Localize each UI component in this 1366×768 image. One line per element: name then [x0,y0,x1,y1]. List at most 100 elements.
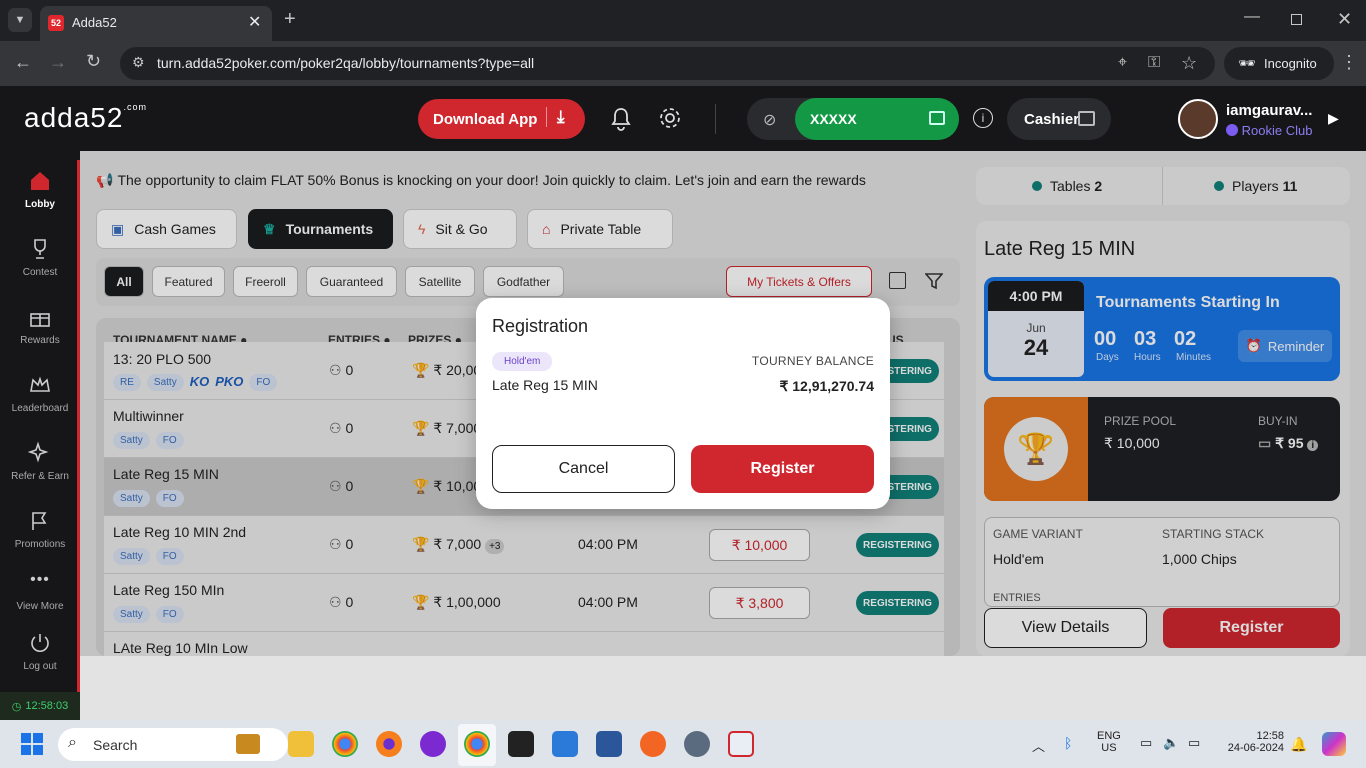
file-explorer-icon[interactable] [288,731,314,757]
sidebar-label: Leaderboard [11,403,69,414]
sidebar-label: View More [16,601,64,612]
browser-tab[interactable]: 52 Adda52 ✕ [40,6,272,41]
lang-line2: US [1101,742,1117,754]
cashier-button[interactable]: Cashier [1007,98,1111,140]
tourney-balance-label: TOURNEY BALANCE [751,354,874,368]
registration-modal: Registration Hold'em Late Reg 15 MIN TOU… [476,298,890,509]
browser-tab-bar: ▼ 52 Adda52 ✕ + — ✕ [0,0,1366,41]
omnibox[interactable]: ⚙ turn.adda52poker.com/poker2qa/lobby/to… [120,47,1215,80]
back-icon[interactable]: ← [14,52,32,73]
eye-off-icon[interactable]: ⊘ [763,110,776,130]
wallet-icon [929,111,945,125]
sidebar-item-lobby[interactable]: Lobby [0,169,80,210]
key-icon[interactable]: ⚿ [1148,54,1160,72]
logo[interactable]: adda52.com [24,102,147,134]
clock-value: 12:58:03 [25,700,69,712]
info-icon[interactable]: i [973,108,993,128]
balance-pill[interactable]: XXXXX [795,98,959,140]
club-badge: Rookie Club [1226,123,1312,138]
copilot-icon[interactable] [1322,732,1346,756]
sidebar-item-promotions[interactable]: Promotions [0,509,80,550]
modal-register-button[interactable]: Register [691,445,874,493]
briefcase-icon [236,734,260,754]
network-icon[interactable]: ▭ [1140,735,1152,751]
chrome-icon[interactable] [332,731,358,757]
incognito-badge[interactable]: 🕶 Incognito [1224,47,1334,80]
minimize-icon[interactable]: — [1244,8,1260,26]
sidebar-item-contest[interactable]: Contest [0,237,80,278]
cashier-label: Cashier [1024,110,1080,128]
taskbar-search[interactable]: ⌕ Search [58,728,288,761]
download-icon: ⤓ [546,107,565,127]
club-icon [1226,124,1238,136]
word-icon[interactable] [596,731,622,757]
snipping-tool-icon[interactable] [728,731,754,757]
restore-icon[interactable] [1291,14,1302,25]
browser-menu-icon[interactable]: ⋮ [1340,52,1358,73]
tourney-balance-value: ₹ 12,91,270.74 [779,378,874,394]
logo-text: adda52 [24,102,124,133]
bluetooth-icon[interactable]: ᛒ [1064,735,1072,751]
taskbar-clock[interactable]: 12:58 24-06-2024 [1218,730,1284,754]
tab-search-icon[interactable]: ▼ [8,8,32,32]
postman-icon[interactable] [640,731,666,757]
site-info-icon[interactable]: ⚙ [132,54,145,71]
download-app-button[interactable]: Download App ⤓ [418,99,585,139]
photos-icon[interactable] [552,731,578,757]
sidebar-item-logout[interactable]: Log out [0,631,80,672]
url-text[interactable]: turn.adda52poker.com/poker2qa/lobby/tour… [157,55,534,71]
battery-icon[interactable]: ▭ [1188,735,1200,751]
sidebar-item-view-more[interactable]: ••• View More [0,571,80,612]
incognito-label: Incognito [1264,56,1317,71]
sidebar-item-leaderboard[interactable]: Leaderboard [0,373,80,414]
logo-suffix: .com [123,102,147,112]
notes-app-icon[interactable] [508,731,534,757]
username[interactable]: iamgaurav... [1226,102,1312,119]
crown-icon [28,373,52,397]
taskbar-time: 12:58 [1256,730,1284,742]
firefox-icon[interactable] [376,731,402,757]
search-icon: ⌕ [68,734,77,751]
game-type-tag: Hold'em [492,352,553,371]
search-placeholder: Search [93,736,138,753]
settings-icon[interactable] [658,106,682,130]
new-tab-icon[interactable]: + [284,8,296,31]
settings-app-icon[interactable] [684,731,710,757]
flag-icon [28,509,52,533]
gift-icon [28,305,52,329]
tab-close-icon[interactable]: ✕ [248,12,261,32]
power-icon [28,631,52,655]
avatar[interactable] [1178,99,1218,139]
sidebar-item-refer[interactable]: Refer & Earn [0,441,80,482]
sidebar-label: Promotions [14,539,66,550]
tab-favicon-icon: 52 [48,15,64,31]
bookmark-star-icon[interactable]: ☆ [1181,53,1197,74]
notification-bell-icon[interactable]: 🔔 [1290,736,1307,753]
profile-arrow-icon[interactable]: ▶ [1328,110,1339,127]
chrome-incognito-icon[interactable] [464,731,490,757]
sidebar-label: Refer & Earn [11,471,69,482]
volume-icon[interactable]: 🔈 [1163,735,1179,751]
tab-title: Adda52 [72,15,117,30]
more-icon: ••• [30,571,50,588]
cancel-button[interactable]: Cancel [492,445,675,493]
modal-tournament-name: Late Reg 15 MIN [492,377,598,393]
sidebar: Lobby Contest Rewards Leaderboard Refer … [0,151,80,720]
bell-icon[interactable] [610,107,632,131]
cashier-wallet-icon [1078,111,1095,126]
sparkle-icon [28,441,52,465]
window-close-icon[interactable]: ✕ [1337,9,1352,30]
location-icon[interactable]: ⌖ [1118,54,1127,72]
windows-start-icon[interactable] [21,733,43,755]
download-app-label: Download App [433,110,538,128]
language-indicator[interactable]: ENG US [1097,730,1121,754]
session-clock: ◷ 12:58:03 [0,692,80,720]
app-icon[interactable] [420,731,446,757]
reload-icon[interactable]: ↻ [86,51,101,72]
trophy-icon [28,237,52,261]
forward-icon[interactable]: → [49,52,67,73]
club-label: Rookie Club [1241,123,1313,138]
tray-chevron-icon[interactable]: ︿ [1032,736,1045,755]
sidebar-label: Log out [23,661,57,672]
sidebar-item-rewards[interactable]: Rewards [0,305,80,346]
